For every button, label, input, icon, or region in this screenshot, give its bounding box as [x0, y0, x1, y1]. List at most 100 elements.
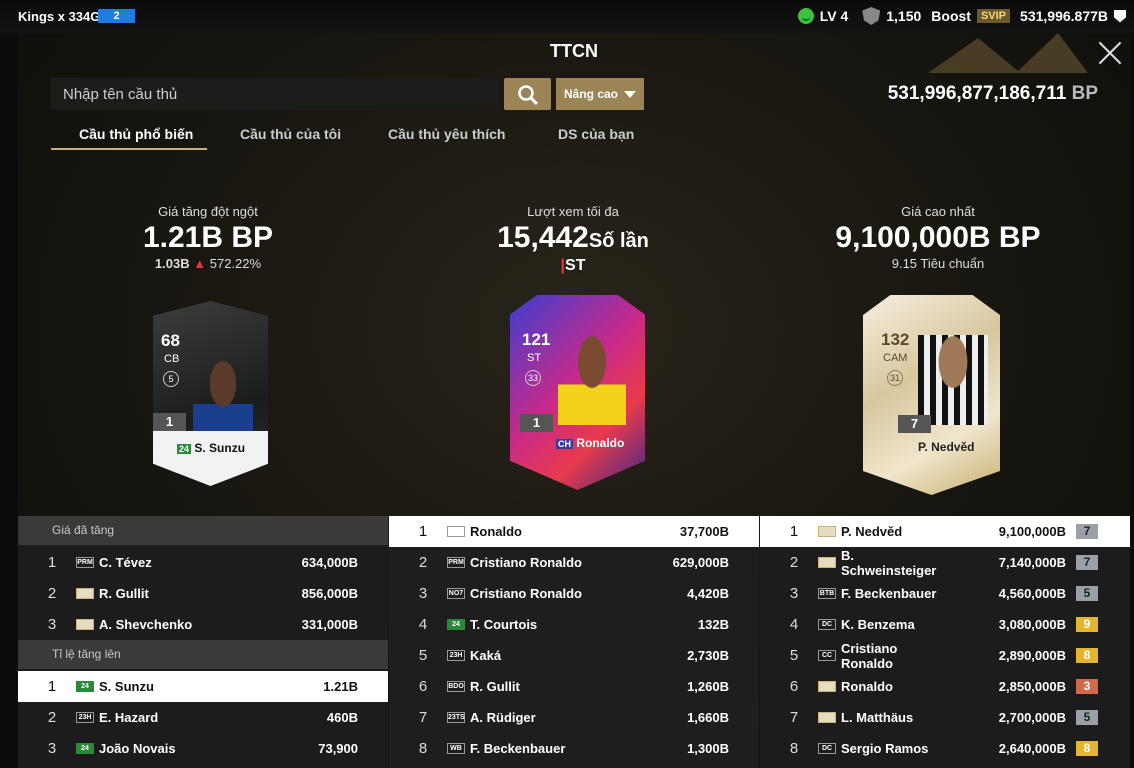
- tab-my-players[interactable]: Cầu thủ của tôi: [207, 118, 355, 150]
- rank: 3: [418, 585, 428, 602]
- rank: 6: [789, 678, 799, 695]
- bp-balance: 531,996,877,186,711 BP: [888, 83, 1098, 105]
- card-name-line: CH Ronaldo: [556, 436, 624, 450]
- rank: 4: [789, 616, 799, 633]
- table-row[interactable]: 7 L. Matthäus 2,700,000B 5: [760, 702, 1130, 733]
- rank: 6: [418, 678, 428, 695]
- player-value: 9,100,000B: [998, 524, 1066, 539]
- table-row[interactable]: 1 CH Ronaldo 37,700B: [389, 516, 759, 547]
- table-row[interactable]: 2 23H E. Hazard 460B: [18, 702, 388, 733]
- tab-my-list[interactable]: DS của bạn: [531, 118, 651, 150]
- table-row[interactable]: 2 R. Gullit 856,000B: [18, 578, 388, 609]
- player-name: Cristiano Ronaldo: [470, 555, 582, 570]
- player-value: 73,900: [318, 741, 358, 756]
- card-tier: 33: [525, 370, 541, 386]
- table-row[interactable]: 3 NO7 Cristiano Ronaldo 4,420B: [389, 578, 759, 609]
- table-row[interactable]: 5 CC Cristiano Ronaldo 2,890,000B 8: [760, 640, 1130, 671]
- table-row[interactable]: 2 PRM Cristiano Ronaldo 629,000B: [389, 547, 759, 578]
- rank: 7: [789, 709, 799, 726]
- user-badge: 2: [98, 9, 135, 23]
- ranking-tables: Giá đã tăng 1 PRM C. Tévez 634,000B 2 R. Gulli…: [18, 516, 1130, 768]
- player-name: A. Shevchenko: [99, 617, 193, 632]
- player-portrait: [193, 356, 253, 436]
- up-arrow-icon: ▲: [193, 256, 207, 271]
- player-name: Ronaldo: [470, 524, 522, 539]
- table-row[interactable]: 8 WB F. Beckenbauer 1,300B: [389, 733, 759, 764]
- rank: 4: [418, 616, 428, 633]
- card-tier: 5: [163, 371, 179, 387]
- player-value: 2,730B: [687, 648, 729, 663]
- table-row[interactable]: 7 23TS A. Rüdiger 1,660B: [389, 702, 759, 733]
- featured-label: Giá cao nhất: [901, 204, 975, 219]
- season-icon: WB: [447, 743, 465, 754]
- player-value: 1,660B: [687, 710, 729, 725]
- tab-favorites[interactable]: Cầu thủ yêu thích: [355, 118, 531, 150]
- card-ovr: 121: [522, 330, 551, 349]
- table-row[interactable]: 6 BDO R. Gullit 1,260B: [389, 671, 759, 702]
- level-badge: 7: [1076, 524, 1098, 539]
- close-icon[interactable]: [1098, 41, 1122, 65]
- card-ovr: 132: [881, 330, 910, 349]
- level-badge: 7: [1076, 555, 1098, 570]
- player-card-ronaldo[interactable]: 121 ST 33 1 CH Ronaldo: [510, 295, 645, 490]
- card-ovr: 68: [161, 331, 180, 350]
- table-row[interactable]: 3 A. Shevchenko 331,000B: [18, 609, 388, 640]
- player-name: Sergio Ramos: [841, 741, 929, 756]
- table-row[interactable]: 8 DC Sergio Ramos 2,640,000B 8: [760, 733, 1130, 764]
- card-level: 1: [153, 413, 186, 431]
- featured-value: 9,100,000B BP: [835, 221, 1041, 254]
- season-icon: [818, 526, 836, 537]
- player-portrait: [918, 335, 988, 425]
- player-name: R. Gullit: [99, 586, 149, 601]
- season-icon: 24: [447, 619, 465, 630]
- player-value: 1,260B: [687, 679, 729, 694]
- player-name: R. Gullit: [470, 679, 520, 694]
- table-row[interactable]: 2 B. Schweinsteiger 7,140,000B 7: [760, 547, 1130, 578]
- level-icon: [797, 8, 814, 24]
- balance-value: 531,996,877,186,711: [887, 83, 1067, 104]
- table-row[interactable]: 4 24 T. Courtois 132B: [389, 609, 759, 640]
- table-row[interactable]: 1 24 S. Sunzu 1.21B: [18, 671, 388, 702]
- rank: 1: [47, 554, 57, 571]
- featured-highest-price[interactable]: Giá cao nhất 9,100,000B BP 9.15 Tiêu chu…: [828, 204, 1048, 271]
- player-card-nedved[interactable]: 132 CAM 31 7 P. Nedvěd: [863, 295, 1000, 495]
- search-button[interactable]: [504, 78, 551, 110]
- season-icon: BDO: [447, 681, 465, 692]
- player-name: E. Hazard: [99, 710, 159, 725]
- player-card-sunzu[interactable]: 68 CB 5 1 24 S. Sunzu: [153, 301, 268, 486]
- table-row[interactable]: 3 24 João Novais 73,900: [18, 733, 388, 764]
- tab-bar: Cầu thủ phổ biến Cầu thủ của tôi Cầu thủ…: [51, 118, 651, 150]
- featured-price-spike[interactable]: Giá tăng đột ngột 1.21B BP 1.03B ▲ 572.2…: [108, 204, 308, 271]
- table-row[interactable]: 1 PRM C. Tévez 634,000B: [18, 547, 388, 578]
- season-icon: NO7: [447, 588, 465, 599]
- featured-most-viewed[interactable]: Lượt xem tối đa 15,442Số lần |ST: [473, 204, 673, 275]
- rank: 7: [418, 709, 428, 726]
- season-icon: 24: [76, 681, 94, 692]
- card-name: P. Nedvěd: [918, 440, 975, 454]
- table-row[interactable]: 1 P. Nedvěd 9,100,000B 7: [760, 516, 1130, 547]
- table-row[interactable]: 4 DC K. Benzema 3,080,000B 9: [760, 609, 1130, 640]
- old-price: 1.03B: [154, 256, 190, 271]
- search-input[interactable]: [51, 78, 499, 110]
- left-rank-column: Giá đã tăng 1 PRM C. Tévez 634,000B 2 R. Gulli…: [18, 516, 388, 768]
- user-name: Kings x 334G: [18, 9, 101, 24]
- table-row[interactable]: 3 BTB F. Beckenbauer 4,560,000B 5: [760, 578, 1130, 609]
- featured-sub: 9.15 Tiêu chuẩn: [891, 256, 985, 271]
- bp-icon: [1114, 9, 1126, 23]
- rank: 5: [418, 647, 428, 664]
- player-value: 629,000B: [672, 555, 729, 570]
- level-badge: 5: [1076, 710, 1098, 725]
- season-icon: 23H: [76, 712, 94, 723]
- player-name: P. Nedvěd: [841, 524, 903, 539]
- boost-label: Boost: [931, 8, 971, 24]
- currency-bar: LV 4 1,150 Boost SVIP 531,996.877B: [797, 7, 1126, 25]
- table-row[interactable]: 6 Ronaldo 2,850,000B 3: [760, 671, 1130, 702]
- rank: 1: [47, 678, 57, 695]
- rank: 3: [47, 740, 57, 757]
- season-icon: [818, 712, 836, 723]
- season-icon: 23H: [447, 650, 465, 661]
- advanced-dropdown[interactable]: Nâng cao: [556, 78, 644, 110]
- table-row[interactable]: 5 23H Kaká 2,730B: [389, 640, 759, 671]
- tab-popular[interactable]: Cầu thủ phổ biến: [51, 118, 207, 150]
- player-name: João Novais: [99, 741, 176, 756]
